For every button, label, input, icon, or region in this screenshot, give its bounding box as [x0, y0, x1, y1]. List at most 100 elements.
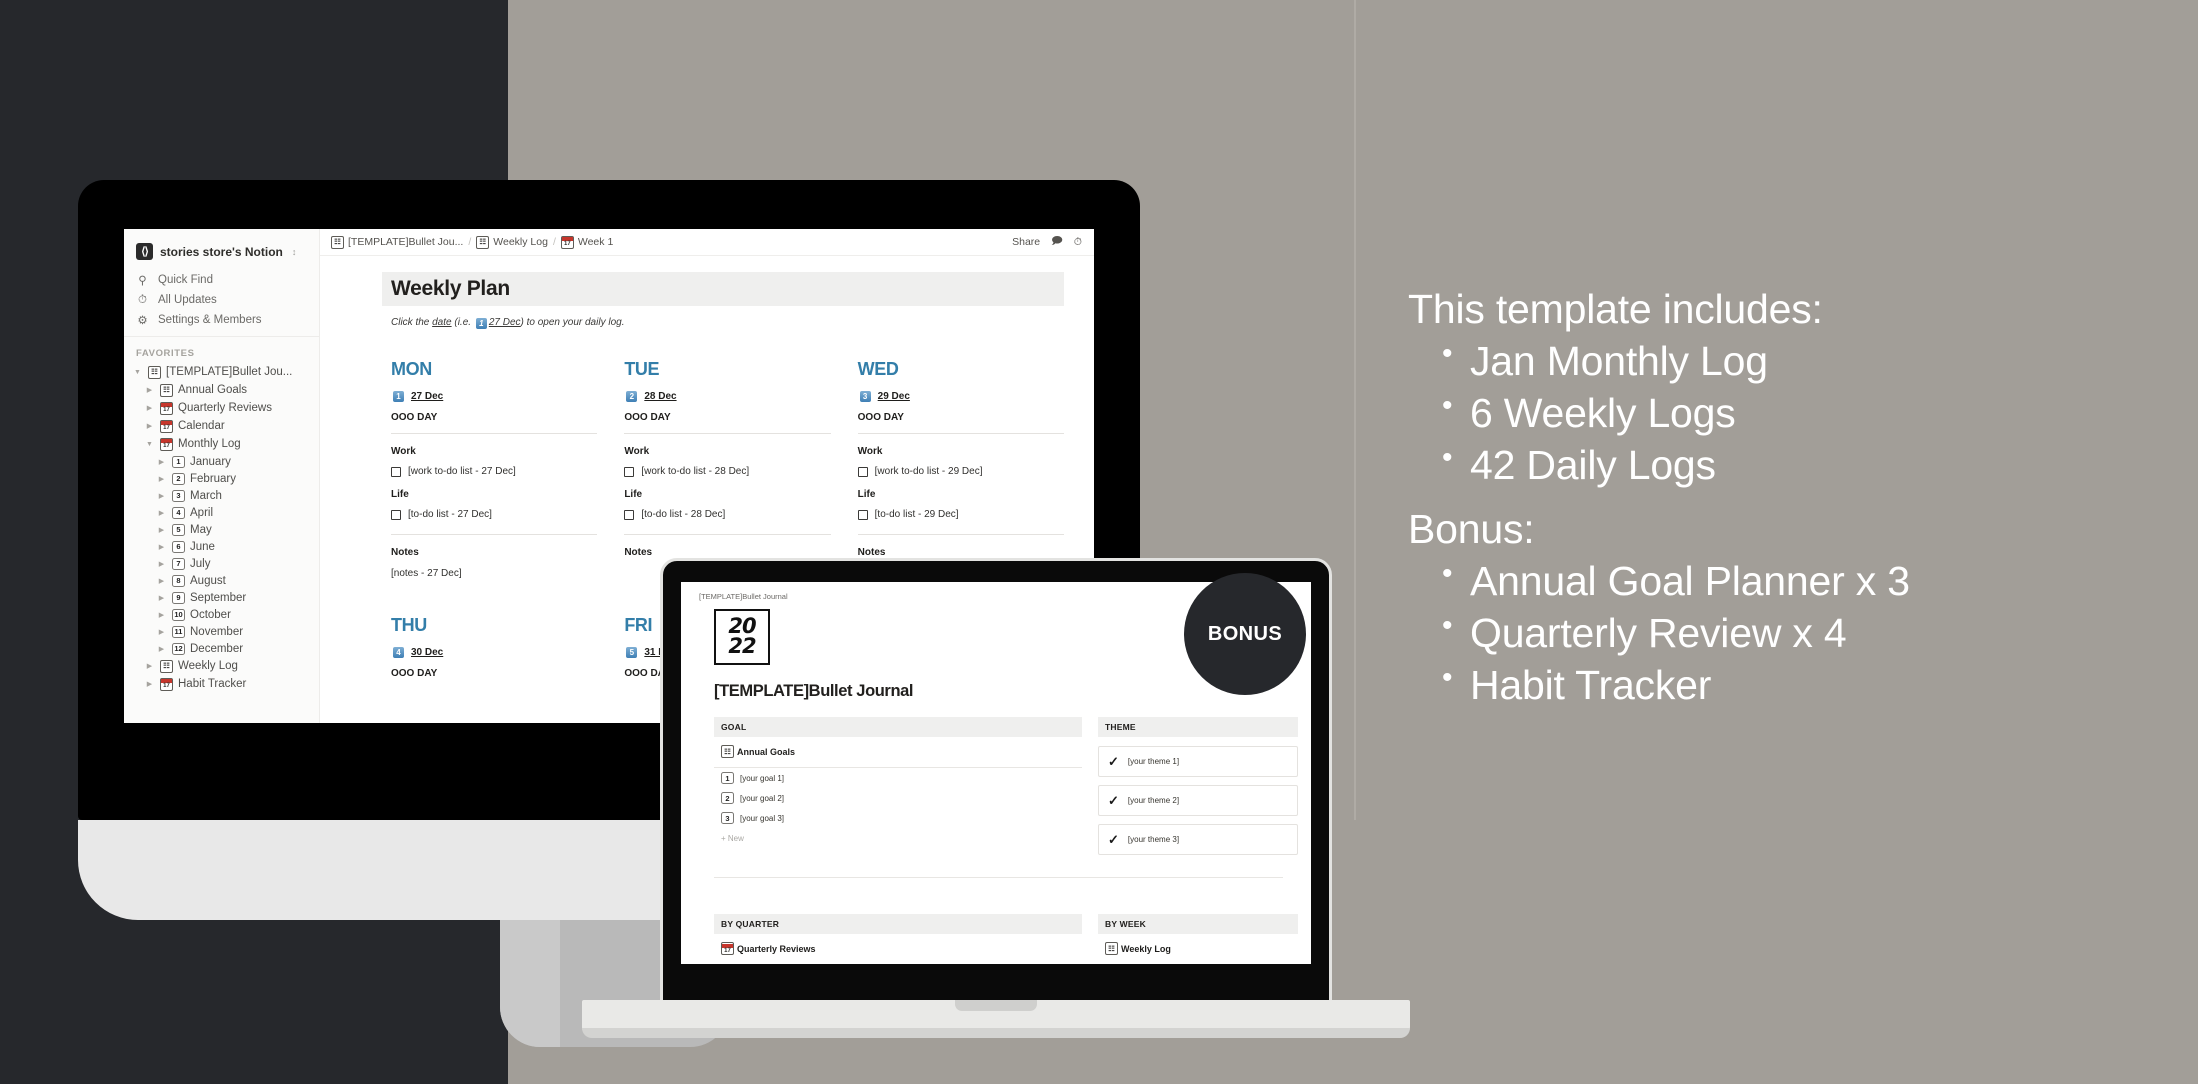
- workspace-switcher[interactable]: ⟨⟩ stories store's Notion ↕: [124, 237, 319, 270]
- chevron-right-icon[interactable]: ▶: [156, 543, 167, 551]
- sidebar-tree-item[interactable]: ▶ 6 June: [124, 538, 319, 555]
- checkbox-icon[interactable]: [391, 466, 401, 477]
- sidebar-tree-item[interactable]: ▶ 9 September: [124, 589, 319, 606]
- sidebar-tree-item[interactable]: ▶ 4 April: [124, 504, 319, 521]
- checkbox-icon[interactable]: [857, 509, 868, 520]
- breadcrumb-label: [TEMPLATE]Bullet Jou...: [348, 236, 464, 248]
- chevron-down-icon[interactable]: ▼: [144, 441, 155, 448]
- chevron-right-icon[interactable]: ▶: [144, 404, 155, 412]
- sidebar-tree-item[interactable]: ▶ 11 November: [124, 623, 319, 640]
- chevron-right-icon[interactable]: ▶: [156, 594, 167, 602]
- chevron-right-icon[interactable]: ▶: [156, 526, 167, 534]
- day-date-link[interactable]: 28 Dec: [644, 391, 676, 402]
- chevron-right-icon[interactable]: ▶: [156, 475, 167, 483]
- work-section-label: Work: [624, 446, 650, 457]
- check-icon: ✓: [1108, 754, 1119, 769]
- chevron-down-icon[interactable]: ▼: [132, 369, 143, 376]
- sidebar-tree-item[interactable]: ▼ 17 Monthly Log: [124, 435, 319, 453]
- chevron-right-icon[interactable]: ▶: [144, 422, 155, 430]
- sidebar-page-tree[interactable]: ▼ ☷ [TEMPLATE]Bullet Jou... ▶ ☷ Annual Goals ▶…: [124, 363, 319, 693]
- work-todo-item[interactable]: [work to-do list - 27 Dec]: [391, 466, 597, 477]
- day-date-row[interactable]: 3 29 Dec: [858, 391, 1064, 402]
- chevron-right-icon[interactable]: ▶: [156, 492, 167, 500]
- sidebar-tree-item[interactable]: ▶ 17 Calendar: [124, 417, 319, 435]
- quarterly-database-link[interactable]: 17 Quarterly Reviews: [714, 934, 1082, 964]
- sidebar-tree-item[interactable]: ▶ 17 Quarterly Reviews: [124, 399, 319, 417]
- notion-sidebar[interactable]: ⟨⟩ stories store's Notion ↕ ⚲ Quick Find…: [124, 229, 320, 723]
- sidebar-tree-item[interactable]: ▶ 10 October: [124, 606, 319, 623]
- work-todo-item[interactable]: [work to-do list - 29 Dec]: [857, 466, 1064, 477]
- day-divider: [857, 534, 1064, 535]
- life-todo-item[interactable]: [to-do list - 27 Dec]: [391, 509, 597, 520]
- number-icon: 2: [721, 792, 734, 804]
- day-date-row[interactable]: 1 27 Dec: [391, 391, 597, 402]
- weekly-days-grid: MON 1 27 Dec OOO DAY Work [work to-do list - …: [382, 329, 1064, 579]
- life-todo-item[interactable]: [to-do list - 28 Dec]: [624, 509, 830, 520]
- theme-card[interactable]: ✓ [your theme 2]: [1098, 785, 1298, 816]
- goal-item[interactable]: 3 [your goal 3]: [714, 808, 1082, 828]
- gear-icon: ⚙: [137, 315, 148, 327]
- goal-item[interactable]: 2 [your goal 2]: [714, 788, 1082, 808]
- day-date-row[interactable]: 2 28 Dec: [624, 391, 830, 402]
- chevron-right-icon[interactable]: ▶: [144, 386, 155, 394]
- subtitle-date-link[interactable]: 27 Dec: [489, 317, 521, 328]
- sidebar-tree-item[interactable]: ▶ ☷ Weekly Log: [124, 657, 319, 675]
- goal-new-button[interactable]: + New: [714, 828, 1082, 849]
- checkbox-icon[interactable]: [391, 509, 401, 520]
- sidebar-tree-label: Quarterly Reviews: [178, 402, 272, 414]
- sidebar-tree-item[interactable]: ▶ 17 Habit Tracker: [124, 675, 319, 693]
- weekly-database-link[interactable]: ☷ Weekly Log: [1098, 934, 1298, 964]
- sidebar-tree-item[interactable]: ▶ 2 February: [124, 470, 319, 487]
- day-column: WED 3 29 Dec OOO DAY Work [work to-do list - …: [857, 359, 1064, 579]
- day-ooo-label: OOO DAY: [624, 412, 671, 423]
- sidebar-tree-item[interactable]: ▼ ☷ [TEMPLATE]Bullet Jou...: [124, 363, 319, 381]
- sidebar-tree-item[interactable]: ▶ 5 May: [124, 521, 319, 538]
- day-date-row[interactable]: 4 30 Dec: [391, 647, 597, 658]
- share-button[interactable]: Share: [1012, 236, 1040, 248]
- chevron-right-icon[interactable]: ▶: [156, 577, 167, 585]
- chevron-right-icon[interactable]: ▶: [144, 680, 155, 688]
- goal-database-link[interactable]: ☷ Annual Goals: [714, 737, 1082, 768]
- day-date-link[interactable]: 27 Dec: [411, 391, 443, 402]
- breadcrumb-item-week-1[interactable]: 17 Week 1: [560, 235, 613, 249]
- breadcrumb-item-weekly-log[interactable]: ☷ Weekly Log: [476, 235, 548, 249]
- goal-theme-columns: GOAL ☷ Annual Goals 1 [your goal 1] 2 [your…: [714, 717, 1298, 863]
- sidebar-item-settings-members[interactable]: ⚙ Settings & Members: [124, 310, 319, 330]
- chevron-right-icon[interactable]: ▶: [156, 628, 167, 636]
- checkbox-icon[interactable]: [624, 466, 635, 477]
- sidebar-tree-item[interactable]: ▶ ☷ Annual Goals: [124, 381, 319, 399]
- date-chip-icon: 1: [393, 391, 404, 402]
- sidebar-tree-item[interactable]: ▶ 8 August: [124, 572, 319, 589]
- chevron-right-icon[interactable]: ▶: [156, 611, 167, 619]
- life-todo-item[interactable]: [to-do list - 29 Dec]: [857, 509, 1064, 520]
- theme-card[interactable]: ✓ [your theme 1]: [1098, 746, 1298, 777]
- comment-icon[interactable]: 🗩: [1051, 233, 1063, 251]
- sidebar-item-quick-find[interactable]: ⚲ Quick Find: [124, 270, 319, 290]
- work-todo-item[interactable]: [work to-do list - 28 Dec]: [624, 466, 830, 477]
- todo-label: [work to-do list - 27 Dec]: [408, 466, 516, 477]
- sidebar-tree-item[interactable]: ▶ 7 July: [124, 555, 319, 572]
- day-date-link[interactable]: 30 Dec: [411, 647, 443, 658]
- notes-text[interactable]: [notes - 27 Dec]: [391, 568, 597, 579]
- theme-card[interactable]: ✓ [your theme 3]: [1098, 824, 1298, 855]
- chevron-right-icon[interactable]: ▶: [156, 560, 167, 568]
- chevron-right-icon[interactable]: ▶: [156, 645, 167, 653]
- database-icon: ☷: [476, 235, 490, 249]
- chevron-right-icon[interactable]: ▶: [156, 509, 167, 517]
- breadcrumb-item-template[interactable]: ☷ [TEMPLATE]Bullet Jou...: [331, 235, 464, 249]
- chevron-right-icon[interactable]: ▶: [156, 458, 167, 466]
- number-icon: 1: [172, 455, 185, 468]
- sidebar-tree-item[interactable]: ▶ 1 January: [124, 453, 319, 470]
- sidebar-tree-item[interactable]: ▶ 12 December: [124, 640, 319, 657]
- promo-include-item: 42 Daily Logs: [1408, 442, 2168, 488]
- page-title: Weekly Plan: [382, 272, 1064, 306]
- sidebar-item-all-updates[interactable]: ⏱ All Updates: [124, 290, 319, 310]
- day-date-link[interactable]: 29 Dec: [878, 391, 910, 402]
- sidebar-tree-item[interactable]: ▶ 3 March: [124, 487, 319, 504]
- checkbox-icon[interactable]: [857, 466, 868, 477]
- chevron-right-icon[interactable]: ▶: [144, 662, 155, 670]
- goal-item[interactable]: 1 [your goal 1]: [714, 768, 1082, 788]
- checkbox-icon[interactable]: [624, 509, 635, 520]
- sidebar-tree-label: September: [190, 591, 247, 604]
- clock-icon[interactable]: ⏱: [1074, 236, 1082, 249]
